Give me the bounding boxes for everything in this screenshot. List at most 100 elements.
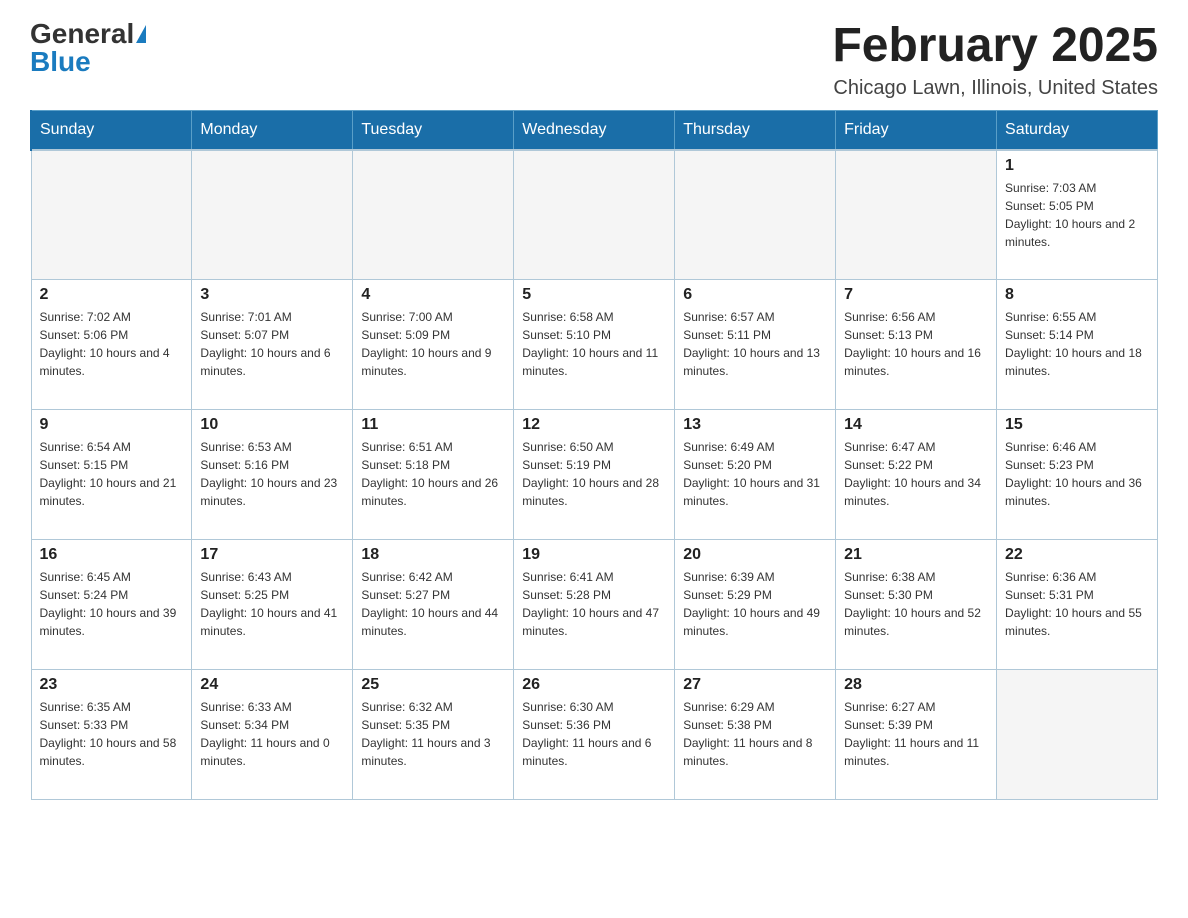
logo: General Blue — [30, 20, 146, 76]
calendar-cell: 14Sunrise: 6:47 AMSunset: 5:22 PMDayligh… — [836, 410, 997, 540]
logo-general-text: General — [30, 20, 134, 48]
calendar-week-row: 9 Sunrise: 6:54 AMSunset: 5:15 PMDaylight… — [31, 410, 1158, 540]
calendar-cell — [192, 150, 353, 280]
day-info: Sunrise: 7:02 AMSunset: 5:06 PMDaylight:… — [40, 308, 184, 380]
calendar-week-row: 1 Sunrise: 7:03 AMSunset: 5:05 PMDaylight… — [31, 150, 1158, 280]
day-number: 15 — [1005, 416, 1149, 434]
weekday-header-friday: Friday — [836, 110, 997, 150]
day-info: Sunrise: 6:55 AMSunset: 5:14 PMDaylight:… — [1005, 308, 1149, 380]
day-info: Sunrise: 7:01 AMSunset: 5:07 PMDaylight:… — [200, 308, 344, 380]
weekday-header-monday: Monday — [192, 110, 353, 150]
day-number: 24 — [200, 676, 344, 694]
calendar-cell: 25 Sunrise: 6:32 AMSunset: 5:35 PMDayligh… — [353, 670, 514, 800]
day-number: 2 — [40, 286, 184, 304]
calendar-cell: 11 Sunrise: 6:51 AMSunset: 5:18 PMDayligh… — [353, 410, 514, 540]
page-header: General Blue February 2025 Chicago Lawn,… — [30, 20, 1158, 100]
calendar-header: SundayMondayTuesdayWednesdayThursdayFrid… — [31, 110, 1158, 150]
calendar-cell: 20 Sunrise: 6:39 AMSunset: 5:29 PMDayligh… — [675, 540, 836, 670]
calendar-cell: 16 Sunrise: 6:45 AMSunset: 5:24 PMDayligh… — [31, 540, 192, 670]
calendar-cell: 21 Sunrise: 6:38 AMSunset: 5:30 PMDayligh… — [836, 540, 997, 670]
day-info: Sunrise: 6:33 AMSunset: 5:34 PMDaylight:… — [200, 698, 344, 770]
day-info: Sunrise: 6:35 AMSunset: 5:33 PMDaylight:… — [40, 698, 184, 770]
day-info: Sunrise: 6:58 AMSunset: 5:10 PMDaylight:… — [522, 308, 666, 380]
day-info: Sunrise: 6:49 AMSunset: 5:20 PMDaylight:… — [683, 438, 827, 510]
day-number: 19 — [522, 546, 666, 564]
day-number: 17 — [200, 546, 344, 564]
day-number: 11 — [361, 416, 505, 434]
calendar-body: 1 Sunrise: 7:03 AMSunset: 5:05 PMDaylight… — [31, 150, 1158, 800]
weekday-header-row: SundayMondayTuesdayWednesdayThursdayFrid… — [31, 110, 1158, 150]
weekday-header-wednesday: Wednesday — [514, 110, 675, 150]
day-info: Sunrise: 6:29 AMSunset: 5:38 PMDaylight:… — [683, 698, 827, 770]
day-info: Sunrise: 6:38 AMSunset: 5:30 PMDaylight:… — [844, 568, 988, 640]
title-area: February 2025 Chicago Lawn, Illinois, Un… — [832, 20, 1158, 100]
day-info: Sunrise: 6:45 AMSunset: 5:24 PMDaylight:… — [40, 568, 184, 640]
calendar-cell: 1 Sunrise: 7:03 AMSunset: 5:05 PMDaylight… — [997, 150, 1158, 280]
day-number: 5 — [522, 286, 666, 304]
day-info: Sunrise: 6:47 AMSunset: 5:22 PMDaylight:… — [844, 438, 988, 510]
day-info: Sunrise: 7:03 AMSunset: 5:05 PMDaylight:… — [1005, 179, 1149, 251]
calendar-cell: 23 Sunrise: 6:35 AMSunset: 5:33 PMDayligh… — [31, 670, 192, 800]
day-number: 10 — [200, 416, 344, 434]
calendar-cell: 27 Sunrise: 6:29 AMSunset: 5:38 PMDayligh… — [675, 670, 836, 800]
day-number: 13 — [683, 416, 827, 434]
day-info: Sunrise: 6:51 AMSunset: 5:18 PMDaylight:… — [361, 438, 505, 510]
day-number: 3 — [200, 286, 344, 304]
day-number: 26 — [522, 676, 666, 694]
calendar-cell: 6Sunrise: 6:57 AMSunset: 5:11 PMDaylight… — [675, 280, 836, 410]
calendar-cell — [997, 670, 1158, 800]
calendar-week-row: 2 Sunrise: 7:02 AMSunset: 5:06 PMDaylight… — [31, 280, 1158, 410]
day-number: 20 — [683, 546, 827, 564]
calendar-cell: 10 Sunrise: 6:53 AMSunset: 5:16 PMDayligh… — [192, 410, 353, 540]
day-number: 23 — [40, 676, 184, 694]
calendar-week-row: 16 Sunrise: 6:45 AMSunset: 5:24 PMDayligh… — [31, 540, 1158, 670]
day-info: Sunrise: 6:30 AMSunset: 5:36 PMDaylight:… — [522, 698, 666, 770]
day-number: 7 — [844, 286, 988, 304]
calendar-cell — [836, 150, 997, 280]
calendar-cell: 24 Sunrise: 6:33 AMSunset: 5:34 PMDayligh… — [192, 670, 353, 800]
day-number: 1 — [1005, 157, 1149, 175]
day-info: Sunrise: 6:39 AMSunset: 5:29 PMDaylight:… — [683, 568, 827, 640]
day-number: 16 — [40, 546, 184, 564]
calendar-cell — [31, 150, 192, 280]
day-number: 4 — [361, 286, 505, 304]
calendar-cell: 17 Sunrise: 6:43 AMSunset: 5:25 PMDayligh… — [192, 540, 353, 670]
day-info: Sunrise: 6:56 AMSunset: 5:13 PMDaylight:… — [844, 308, 988, 380]
calendar-cell: 5 Sunrise: 6:58 AMSunset: 5:10 PMDaylight… — [514, 280, 675, 410]
calendar-cell: 26 Sunrise: 6:30 AMSunset: 5:36 PMDayligh… — [514, 670, 675, 800]
calendar-table: SundayMondayTuesdayWednesdayThursdayFrid… — [30, 110, 1158, 801]
calendar-cell: 8 Sunrise: 6:55 AMSunset: 5:14 PMDaylight… — [997, 280, 1158, 410]
calendar-cell: 18Sunrise: 6:42 AMSunset: 5:27 PMDayligh… — [353, 540, 514, 670]
weekday-header-sunday: Sunday — [31, 110, 192, 150]
calendar-cell: 9 Sunrise: 6:54 AMSunset: 5:15 PMDaylight… — [31, 410, 192, 540]
location-subtitle: Chicago Lawn, Illinois, United States — [832, 77, 1158, 100]
day-info: Sunrise: 6:42 AMSunset: 5:27 PMDaylight:… — [361, 568, 505, 640]
calendar-cell: 15 Sunrise: 6:46 AMSunset: 5:23 PMDayligh… — [997, 410, 1158, 540]
day-number: 22 — [1005, 546, 1149, 564]
day-info: Sunrise: 7:00 AMSunset: 5:09 PMDaylight:… — [361, 308, 505, 380]
day-info: Sunrise: 6:27 AMSunset: 5:39 PMDaylight:… — [844, 698, 988, 770]
day-info: Sunrise: 6:57 AMSunset: 5:11 PMDaylight:… — [683, 308, 827, 380]
day-info: Sunrise: 6:41 AMSunset: 5:28 PMDaylight:… — [522, 568, 666, 640]
calendar-cell: 3 Sunrise: 7:01 AMSunset: 5:07 PMDaylight… — [192, 280, 353, 410]
day-number: 27 — [683, 676, 827, 694]
day-number: 9 — [40, 416, 184, 434]
day-info: Sunrise: 6:32 AMSunset: 5:35 PMDaylight:… — [361, 698, 505, 770]
logo-blue-text: Blue — [30, 48, 91, 76]
day-info: Sunrise: 6:46 AMSunset: 5:23 PMDaylight:… — [1005, 438, 1149, 510]
calendar-cell: 2 Sunrise: 7:02 AMSunset: 5:06 PMDaylight… — [31, 280, 192, 410]
day-info: Sunrise: 6:43 AMSunset: 5:25 PMDaylight:… — [200, 568, 344, 640]
day-number: 21 — [844, 546, 988, 564]
day-number: 8 — [1005, 286, 1149, 304]
weekday-header-saturday: Saturday — [997, 110, 1158, 150]
day-number: 25 — [361, 676, 505, 694]
calendar-cell: 22Sunrise: 6:36 AMSunset: 5:31 PMDayligh… — [997, 540, 1158, 670]
logo-triangle-icon — [136, 25, 146, 43]
calendar-cell — [514, 150, 675, 280]
calendar-cell: 12Sunrise: 6:50 AMSunset: 5:19 PMDayligh… — [514, 410, 675, 540]
day-number: 28 — [844, 676, 988, 694]
calendar-week-row: 23 Sunrise: 6:35 AMSunset: 5:33 PMDayligh… — [31, 670, 1158, 800]
calendar-cell: 13 Sunrise: 6:49 AMSunset: 5:20 PMDayligh… — [675, 410, 836, 540]
day-info: Sunrise: 6:54 AMSunset: 5:15 PMDaylight:… — [40, 438, 184, 510]
day-info: Sunrise: 6:53 AMSunset: 5:16 PMDaylight:… — [200, 438, 344, 510]
